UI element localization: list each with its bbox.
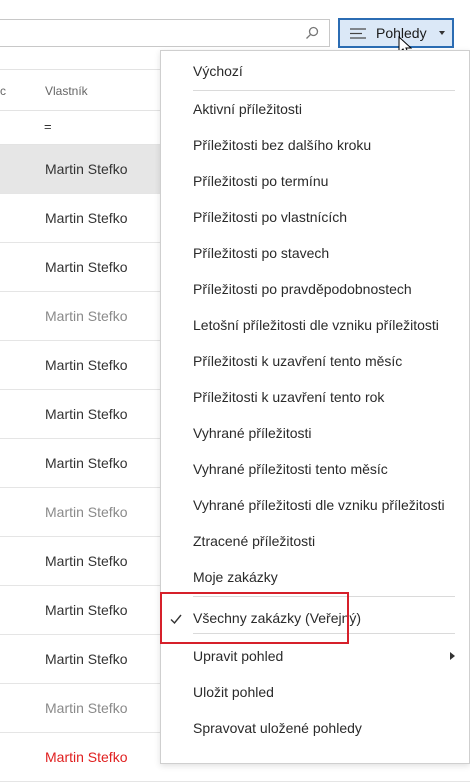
views-dropdown-menu: Výchozí Aktivní příležitosti Příležitosti… (160, 50, 470, 764)
menu-item-edit-view[interactable]: Upravit pohled (193, 648, 283, 664)
owner-cell[interactable]: Martin Stefko (45, 553, 127, 569)
menu-item-manage-views[interactable]: Spravovat uložené pohledy (193, 720, 362, 736)
filter-equals-icon[interactable]: = (44, 119, 52, 134)
owner-cell[interactable]: Martin Stefko (45, 210, 127, 226)
menu-item-all-opportunities-public[interactable]: Všechny zakázky (Veřejný) (193, 610, 361, 626)
checkmark-icon (170, 614, 182, 625)
list-icon (350, 27, 366, 39)
menu-separator (193, 633, 455, 634)
owner-cell[interactable]: Martin Stefko (45, 749, 127, 765)
owner-cell[interactable]: Martin Stefko (45, 651, 127, 667)
menu-item-view[interactable]: Příležitosti po termínu (193, 173, 328, 189)
owner-cell[interactable]: Martin Stefko (45, 259, 127, 275)
menu-item-view[interactable]: Moje zakázky (193, 569, 278, 585)
menu-separator (193, 90, 455, 91)
menu-item-view[interactable]: Příležitosti k uzavření tento rok (193, 389, 384, 405)
search-icon[interactable] (305, 26, 319, 40)
owner-cell[interactable]: Martin Stefko (45, 700, 127, 716)
menu-item-view[interactable]: Letošní příležitosti dle vzniku příležit… (193, 317, 439, 333)
menu-item-view[interactable]: Vyhrané příležitosti (193, 425, 312, 441)
owner-cell[interactable]: Martin Stefko (45, 357, 127, 373)
search-input[interactable] (0, 19, 330, 47)
chevron-down-icon (438, 31, 445, 35)
menu-item-view[interactable]: Příležitosti bez dalšího kroku (193, 137, 371, 153)
owner-cell[interactable]: Martin Stefko (45, 504, 127, 520)
owner-cell[interactable]: Martin Stefko (45, 406, 127, 422)
menu-item-view[interactable]: Příležitosti po vlastnících (193, 209, 347, 225)
menu-item-save-view[interactable]: Uložit pohled (193, 684, 274, 700)
column-header-partial[interactable]: c (0, 84, 6, 98)
menu-item-default-view[interactable]: Výchozí (193, 63, 243, 79)
owner-cell[interactable]: Martin Stefko (45, 161, 127, 177)
menu-item-view[interactable]: Příležitosti po stavech (193, 245, 329, 261)
owner-cell[interactable]: Martin Stefko (45, 308, 127, 324)
owner-cell[interactable]: Martin Stefko (45, 602, 127, 618)
views-button[interactable]: Pohledy (338, 18, 454, 48)
menu-item-view[interactable]: Vyhrané příležitosti dle vzniku příležit… (193, 497, 445, 513)
menu-item-view[interactable]: Příležitosti po pravděpodobnostech (193, 281, 412, 297)
menu-separator (193, 596, 455, 597)
menu-item-view[interactable]: Vyhrané příležitosti tento měsíc (193, 461, 388, 477)
chevron-right-icon (450, 652, 455, 660)
owner-cell[interactable]: Martin Stefko (45, 455, 127, 471)
menu-item-view[interactable]: Ztracené příležitosti (193, 533, 315, 549)
menu-item-view[interactable]: Aktivní příležitosti (193, 101, 302, 117)
column-header-owner[interactable]: Vlastník (45, 84, 88, 98)
menu-item-view[interactable]: Příležitosti k uzavření tento měsíc (193, 353, 402, 369)
